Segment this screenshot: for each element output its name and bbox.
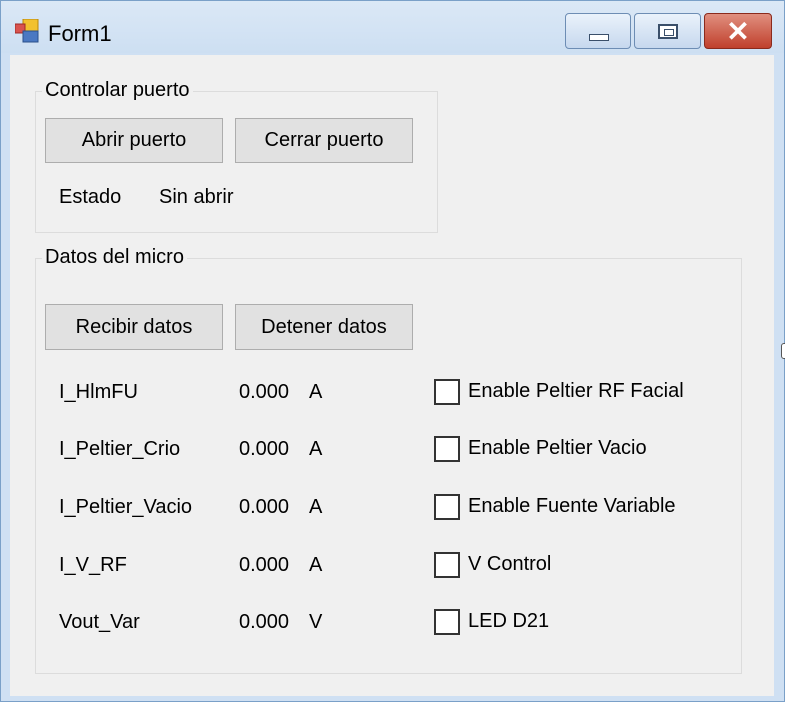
minimize-icon [589,34,609,41]
reading-name: I_Peltier_Crio [59,438,181,460]
reading-value: 0.000 [239,381,290,403]
reading-value: 0.000 [239,554,290,576]
enable-fuente-variable-checkbox[interactable] [434,494,460,520]
window-title: Form1 [48,21,112,46]
estado-label: Estado [59,186,122,208]
maximize-icon [658,24,678,39]
reading-unit: A [309,496,323,518]
checkbox-label[interactable]: Enable Peltier Vacio [468,437,647,460]
checkbox-label[interactable]: Enable Peltier RF Facial [468,380,684,403]
recibir-datos-button[interactable]: Recibir datos [45,304,223,350]
cerrar-puerto-button[interactable]: Cerrar puerto [235,118,413,163]
enable-peltier-rf-facial-checkbox[interactable] [434,379,460,405]
reading-unit: A [309,381,323,403]
abrir-puerto-button[interactable]: Abrir puerto [45,118,223,163]
reading-value: 0.000 [239,611,290,633]
reading-unit: V [309,611,323,633]
checkbox-label[interactable]: Enable Fuente Variable [468,495,676,518]
minimize-button[interactable] [565,13,631,49]
reading-value: 0.000 [239,496,290,518]
controlar-puerto-title: Controlar puerto [42,79,193,102]
reading-name: Vout_Var [59,611,140,633]
reading-unit: A [309,554,323,576]
enable-peltier-vacio-checkbox[interactable] [434,436,460,462]
estado-value: Sin abrir [159,186,234,208]
close-button[interactable]: ✕ [704,13,772,49]
form1-window: Form1 ✕ Controlar puerto Abrir puerto Ce… [0,0,785,702]
datos-micro-title: Datos del micro [42,246,187,269]
reading-name: I_HlmFU [59,381,138,403]
checkbox-label[interactable]: V Control [468,553,551,576]
led-d21-checkbox[interactable] [434,609,460,635]
reading-unit: A [309,438,323,460]
reading-name: I_Peltier_Vacio [59,496,193,518]
checkbox-label[interactable]: LED D21 [468,610,549,633]
reading-name: I_V_RF [59,554,127,576]
app-icon [15,19,39,43]
client-area: Controlar puerto Abrir puerto Cerrar pue… [10,55,774,696]
maximize-button[interactable] [634,13,701,49]
window-resize-handle[interactable] [781,343,785,359]
reading-value: 0.000 [239,438,290,460]
close-icon: ✕ [726,16,750,47]
detener-datos-button[interactable]: Detener datos [235,304,413,350]
title-bar[interactable]: Form1 ✕ [1,1,784,53]
v-control-checkbox[interactable] [434,552,460,578]
